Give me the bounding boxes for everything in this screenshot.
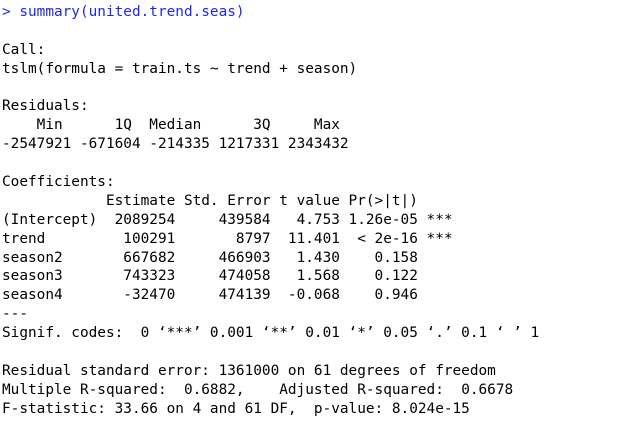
console-output-call-heading: Call: xyxy=(2,41,46,58)
r-console[interactable]: > summary(united.trend.seas) Call: tslm(… xyxy=(0,0,631,424)
console-output-coefficients-heading: Coefficients: xyxy=(2,174,115,191)
console-output-coefficient-row: season3 743323 474058 1.568 0.122 xyxy=(2,268,453,285)
console-output-coefficients-header: Estimate Std. Error t value Pr(>|t|) xyxy=(2,192,453,209)
console-output-residuals-values: -2547921 -671604 -214335 1217331 2343432 xyxy=(2,136,358,153)
console-output-blank-line xyxy=(2,22,631,41)
console-output-residual-standard-error: Residual standard error: 1361000 on 61 d… xyxy=(2,362,496,379)
console-output-residuals-heading: Residuals: xyxy=(2,98,89,115)
console-output-coefficient-row: season4 -32470 474139 -0.068 0.946 xyxy=(2,287,453,304)
console-output-r-squared: Multiple R-squared: 0.6882, Adjusted R-s… xyxy=(2,381,522,398)
console-output-blank-line xyxy=(2,79,631,98)
console-output-residuals-header: Min 1Q Median 3Q Max xyxy=(2,117,349,134)
console-command-line: > summary(united.trend.seas) xyxy=(2,4,245,20)
console-output-signif-codes: Signif. codes: 0 ‘***’ 0.001 ‘**’ 0.01 ‘… xyxy=(2,325,540,342)
console-output-coefficient-row: (Intercept) 2089254 439584 4.753 1.26e-0… xyxy=(2,211,453,228)
console-output-call-formula: tslm(formula = train.ts ~ trend + season… xyxy=(2,60,358,77)
console-output-coefficient-row: trend 100291 8797 11.401 < 2e-16 *** xyxy=(2,230,453,247)
console-output-separator: --- xyxy=(2,306,28,323)
console-output-blank-line xyxy=(2,343,631,362)
console-output-coefficient-row: season2 667682 466903 1.430 0.158 xyxy=(2,249,453,266)
console-output-blank-line xyxy=(2,154,631,173)
console-output-f-statistic: F-statistic: 33.66 on 4 and 61 DF, p-val… xyxy=(2,400,470,417)
